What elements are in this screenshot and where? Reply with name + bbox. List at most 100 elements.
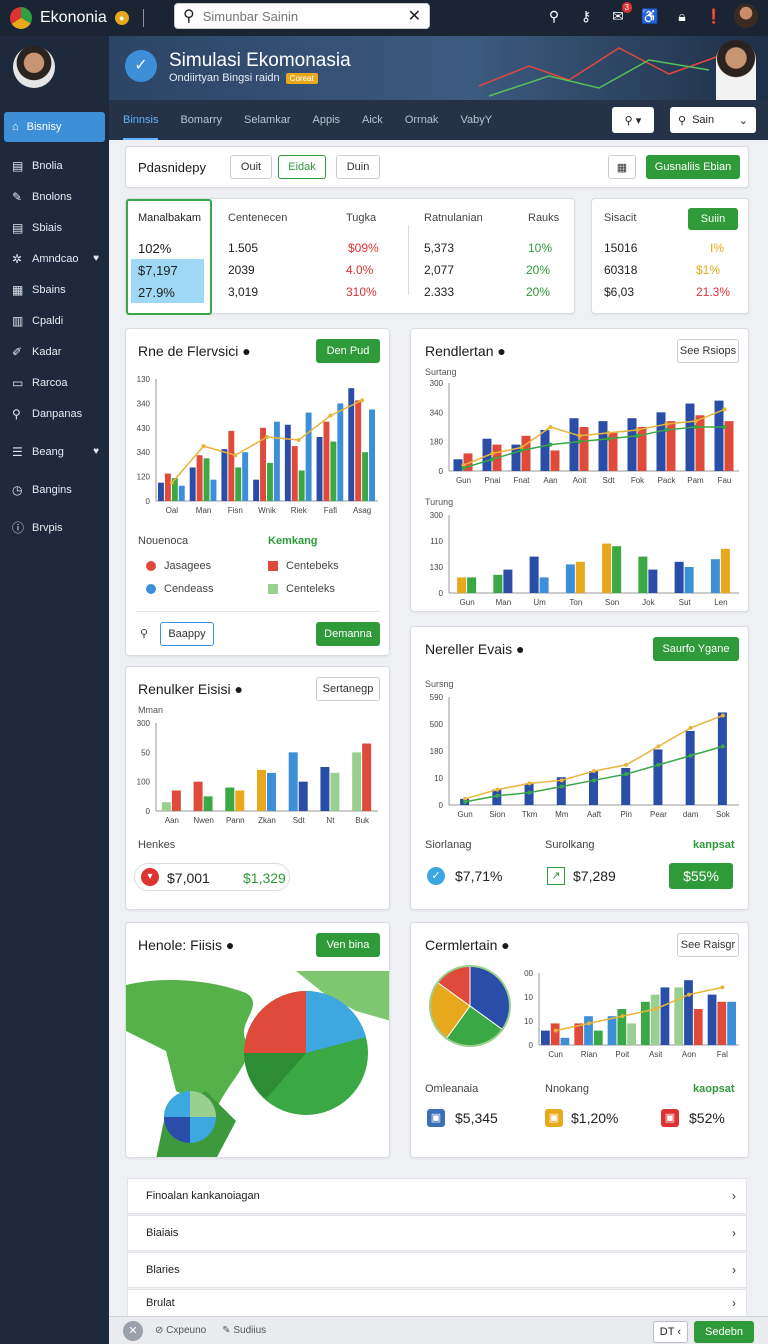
list-item[interactable]: Blaries › bbox=[127, 1252, 747, 1288]
sidebar-item[interactable]: ✐ Kadar bbox=[0, 336, 109, 367]
key-icon[interactable]: ⚷ bbox=[574, 4, 598, 28]
footer-link[interactable]: ✎ Sudiius bbox=[222, 1325, 266, 1336]
x-tick-label: dam bbox=[683, 810, 699, 819]
tab[interactable]: Aick bbox=[362, 100, 383, 140]
sidebar-item[interactable]: ▦ Sbains bbox=[0, 274, 109, 305]
stat-value: 20% bbox=[526, 263, 551, 277]
bar bbox=[638, 556, 648, 593]
bar-chart-4: 590 500 180 10 0 Gun Sion Tkm Mm Aaft Pin Pear dam So… bbox=[430, 693, 739, 819]
hero-map-graphic bbox=[478, 47, 720, 97]
metric-label: Surolkang bbox=[545, 839, 595, 851]
search-bar[interactable]: ⚲ ✕ bbox=[174, 3, 430, 29]
stat-header: Sisacit bbox=[604, 212, 637, 224]
sidebar-item[interactable]: ⓘ Brvpis bbox=[0, 512, 109, 543]
list-item[interactable]: Biaiais › bbox=[127, 1215, 747, 1251]
footer-next-button[interactable]: Sedebn bbox=[694, 1321, 754, 1343]
info-icon[interactable]: ❗ bbox=[702, 4, 726, 28]
app-logo-icon bbox=[10, 7, 32, 29]
check-icon: ✓ bbox=[427, 867, 445, 885]
card-action-button[interactable]: Ven bina bbox=[316, 933, 380, 957]
toolbar-button-3[interactable]: Duin bbox=[336, 155, 380, 179]
sidebar-item[interactable]: ▭ Rarcoa bbox=[0, 367, 109, 398]
card-action-button[interactable]: See Raisgr bbox=[677, 933, 739, 957]
pagination[interactable]: DT ‹ bbox=[652, 1321, 688, 1343]
sidebar-item[interactable]: ▤ Bnolia bbox=[0, 150, 109, 181]
x-tick-label: Gun bbox=[456, 476, 471, 485]
legend-item: Cendeass bbox=[146, 583, 214, 595]
chart-card-2: Rendlertan ● See Rsiops Surtang 300 340 18… bbox=[410, 328, 749, 612]
sidebar-item-label: Amndcao bbox=[32, 252, 79, 265]
bar bbox=[196, 455, 203, 501]
nav-search-button[interactable]: ⚲ ▾ bbox=[612, 107, 654, 133]
tab[interactable]: VabyY bbox=[460, 100, 492, 140]
bar bbox=[330, 772, 340, 811]
list-item[interactable]: Finoalan kankanoiagan › bbox=[127, 1178, 747, 1214]
metric-badge[interactable]: $55% bbox=[669, 863, 733, 889]
lock-icon[interactable]: 🔒︎ bbox=[670, 4, 694, 28]
card-submit-button[interactable]: Demanna bbox=[316, 622, 380, 646]
y-tick-label: 50 bbox=[141, 748, 150, 757]
chart-subtitle: Mman bbox=[138, 705, 164, 715]
trend-point bbox=[624, 772, 629, 777]
nav-dropdown[interactable]: ⚲ Sain ⌄ bbox=[670, 107, 756, 133]
tab[interactable]: Bomarry bbox=[180, 100, 222, 140]
card-action-button[interactable]: Saurfo Ygane bbox=[653, 637, 739, 661]
value-text: $1,329 bbox=[243, 870, 286, 886]
bar bbox=[242, 452, 249, 501]
accessibility-icon[interactable]: ♿ bbox=[638, 4, 662, 28]
globe-icon[interactable]: ⚲ bbox=[542, 4, 566, 28]
tab[interactable]: Orrnak bbox=[405, 100, 439, 140]
stat-value: I% bbox=[710, 241, 725, 255]
tab[interactable]: Appis bbox=[313, 100, 341, 140]
metric-value: $7,71% bbox=[455, 868, 503, 884]
list-item[interactable]: Brulat › bbox=[127, 1289, 747, 1317]
search-input[interactable] bbox=[202, 8, 408, 24]
info-icon: ● bbox=[225, 937, 235, 953]
user-avatar[interactable] bbox=[734, 4, 758, 28]
chart-card-4: Nereller Evais ● Saurfo Ygane Sursng 590… bbox=[410, 626, 749, 910]
coin-icon: ▣ bbox=[545, 1109, 563, 1127]
tab[interactable]: Binnsis bbox=[123, 100, 159, 140]
bar bbox=[727, 1001, 736, 1045]
bar bbox=[529, 556, 539, 593]
toolbar-primary-button[interactable]: Gusnaliis Ebian bbox=[646, 155, 740, 179]
card-action-button[interactable]: Sertanegp bbox=[316, 677, 380, 701]
legend-item: Centeleks bbox=[268, 583, 335, 595]
sidebar-avatar[interactable] bbox=[13, 46, 55, 88]
footer-link[interactable]: ⊘ Cxpeuno bbox=[155, 1325, 206, 1336]
close-icon[interactable]: ✕ bbox=[123, 1320, 143, 1341]
tab[interactable]: Selamkar bbox=[244, 100, 290, 140]
bar bbox=[291, 446, 298, 501]
sidebar-item[interactable]: ▤ Sbiais bbox=[0, 212, 109, 243]
info-icon: ● bbox=[242, 343, 251, 359]
bar bbox=[560, 1037, 570, 1045]
notification-icon[interactable]: ✉ 3 bbox=[606, 2, 632, 28]
trend-point bbox=[620, 1014, 625, 1019]
value-pill[interactable]: ▾ $7,001 $1,329 bbox=[134, 863, 290, 891]
bar bbox=[693, 1009, 703, 1045]
grid-view-icon[interactable]: ▦ bbox=[608, 155, 636, 179]
trend-point bbox=[720, 713, 725, 718]
trend-point bbox=[722, 407, 727, 412]
metric-label: Nnokang bbox=[545, 1083, 590, 1095]
sidebar-item-active[interactable]: ⌂ Bisnisy bbox=[4, 112, 105, 142]
toolbar-button-2[interactable]: Eidak bbox=[278, 155, 326, 179]
side-card-button[interactable]: Suiin bbox=[688, 208, 738, 230]
bar bbox=[684, 980, 693, 1045]
bar bbox=[193, 781, 203, 811]
wallet-icon: ▣ bbox=[427, 1109, 445, 1127]
bar bbox=[717, 1001, 727, 1045]
sidebar-item[interactable]: ◷ Bangins bbox=[0, 474, 109, 505]
x-tick-label: Poit bbox=[615, 1050, 630, 1059]
toolbar-button-1[interactable]: Ouit bbox=[230, 155, 272, 179]
card-action-button[interactable]: See Rsiops bbox=[677, 339, 739, 363]
bar bbox=[674, 561, 684, 593]
sidebar-item[interactable]: ⚲ Danpanas bbox=[0, 398, 109, 429]
card-action-button[interactable]: Den Pud bbox=[316, 339, 380, 363]
sidebar-item[interactable]: ✲ Amndcao ♥ bbox=[0, 243, 109, 274]
sidebar-item[interactable]: ▥ Cpaldi bbox=[0, 305, 109, 336]
clear-icon[interactable]: ✕ bbox=[408, 6, 421, 26]
sidebar-item[interactable]: ✎ Bnolons bbox=[0, 181, 109, 212]
sidebar-item[interactable]: ☰ Beang ♥ bbox=[0, 436, 109, 467]
card-search-input[interactable]: Baappy bbox=[160, 622, 214, 646]
